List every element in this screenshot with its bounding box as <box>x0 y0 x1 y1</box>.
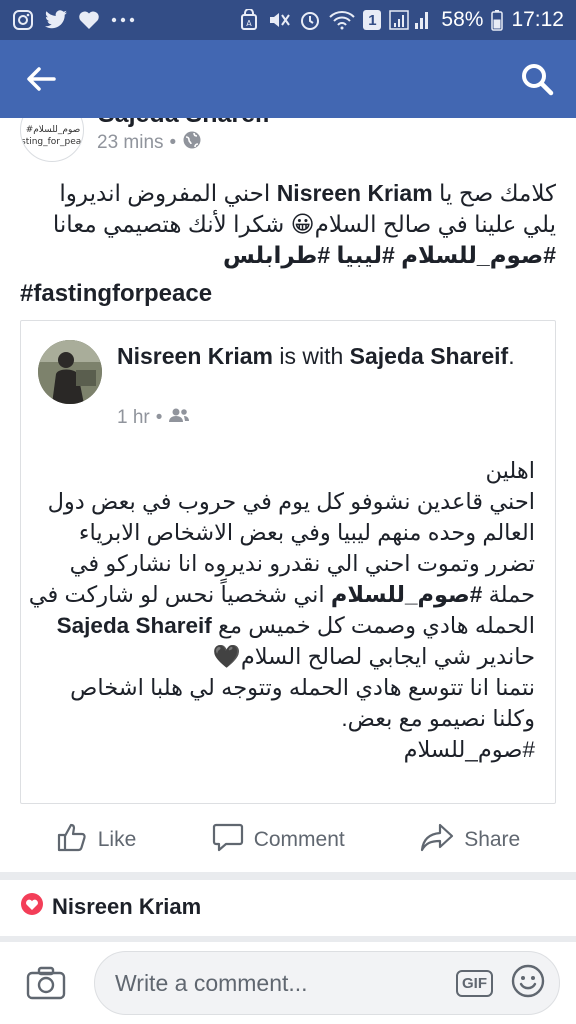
like-label: Like <box>97 828 137 851</box>
hashtag-link[interactable]: #صوم_للسلام <box>401 242 556 268</box>
clock: 17:12 <box>511 8 564 31</box>
camera-icon[interactable] <box>16 966 76 1000</box>
text-line: حملة #صوم_للسلام اني شخصياً نحس لو شاركت… <box>29 579 535 610</box>
sim-icon: 1 <box>363 10 382 30</box>
status-bar: A 1 58% 17:12 <box>0 0 576 40</box>
comment-label: Comment <box>253 828 345 851</box>
shared-post-time[interactable]: 1 hr <box>117 407 150 429</box>
tagged-person[interactable]: Sajeda Shareif <box>350 343 509 369</box>
share-label: Share <box>464 828 521 851</box>
app-bar <box>0 40 576 118</box>
post-text-part: كلامك صح يا <box>432 180 556 206</box>
comment-field[interactable]: GIF <box>94 951 560 1015</box>
text-line: حاندير شي ايجابي لصالح السلام🖤 <box>212 644 535 669</box>
system-status: A 1 58% 17:12 <box>239 8 564 32</box>
hashtag-link[interactable]: #طرابلس <box>223 242 330 268</box>
post-meta: 23 mins • <box>97 130 202 156</box>
divider <box>0 872 576 880</box>
gif-icon[interactable]: GIF <box>456 969 493 997</box>
back-arrow-icon[interactable] <box>26 66 56 92</box>
shared-post-title: Nisreen Kriam is with Sajeda Shareif. <box>117 341 537 371</box>
shared-author[interactable]: Nisreen Kriam <box>117 343 273 369</box>
thumbs-up-icon <box>56 821 88 859</box>
battery-level: 58% <box>441 8 484 31</box>
post-text-part: احني المفروض انديروا <box>59 180 277 206</box>
share-button[interactable]: Share <box>420 822 520 858</box>
composer-icons: GIF <box>456 964 545 1003</box>
post-time[interactable]: 23 mins <box>97 132 164 154</box>
search-icon[interactable] <box>520 62 554 96</box>
svg-text:A: A <box>247 19 253 28</box>
comment-composer: GIF <box>0 942 576 1024</box>
battery-icon <box>491 9 504 31</box>
hashtag-link[interactable]: #ليبيا <box>337 242 395 268</box>
twitter-icon <box>44 10 68 30</box>
love-reaction-icon <box>20 892 44 921</box>
friends-icon <box>168 407 190 429</box>
avatar[interactable] <box>38 340 102 404</box>
text-part: اني شخصياً نحس لو شاركت في <box>28 582 331 607</box>
hashtag-link[interactable]: #صوم_للسلام <box>331 582 482 607</box>
shared-post-text: اهلين احني قاعدين نشوفو كل يوم في حروب ف… <box>29 455 535 765</box>
post-line: يلي علينا في صالح السلام😀 شكرا لأنك هتصي… <box>52 211 556 237</box>
hashtag-line: #صوم_للسلام #ليبيا #طرابلس <box>20 240 556 271</box>
like-button[interactable]: Like <box>56 821 137 859</box>
smiley-icon[interactable] <box>511 964 545 1003</box>
mute-icon <box>267 9 291 31</box>
notification-icons <box>12 9 136 31</box>
instagram-icon <box>12 9 34 31</box>
post-text: كلامك صح يا Nisreen Kriam احني المفروض ا… <box>20 178 556 271</box>
heart-icon <box>78 10 100 30</box>
text-line: نتمنا انا تتوسع هادي الحمله وتتوجه لي هل… <box>70 675 535 700</box>
post-actions: Like Comment Share <box>0 812 576 868</box>
post-author[interactable]: Sajeda Shareif <box>98 118 270 129</box>
post-header: #صوم_للسلام sting_for_peac Sajeda Sharei… <box>0 118 576 170</box>
comment-icon <box>212 822 244 858</box>
text-line: اهلين <box>485 458 535 483</box>
comment-input[interactable] <box>115 969 415 997</box>
wifi-icon <box>329 10 356 30</box>
avatar-text: sting_for_peac <box>21 137 84 147</box>
mention-link[interactable]: Sajeda Shareif <box>57 613 212 638</box>
shared-post-card[interactable]: Nisreen Kriam is with Sajeda Shareif. 1 … <box>20 320 556 804</box>
hashtag-link[interactable]: #fastingforpeace <box>20 280 212 308</box>
shared-post-meta: 1 hr • <box>117 407 190 429</box>
comment-button[interactable]: Comment <box>212 822 345 858</box>
text-line: وكلنا نصيمو مع بعض. <box>341 706 535 731</box>
reactions-summary[interactable]: Nisreen Kriam <box>20 892 201 921</box>
separator-dot: • <box>155 407 163 428</box>
nfc-icon: A <box>239 9 259 31</box>
avatar[interactable]: #صوم_للسلام sting_for_peac <box>20 118 84 162</box>
text-part: الحمله هادي وصمت كل خميس مع <box>211 613 535 638</box>
globe-icon <box>182 130 202 156</box>
alarm-icon <box>299 9 321 31</box>
mention-link[interactable]: Nisreen Kriam <box>277 180 433 206</box>
period: . <box>508 343 515 369</box>
reactor-name: Nisreen Kriam <box>52 893 202 919</box>
post-line: كلامك صح يا Nisreen Kriam احني المفروض ا… <box>20 178 556 209</box>
signal-icon <box>389 9 433 31</box>
avatar-text: #صوم_للسلام <box>25 125 81 135</box>
text-line: احني قاعدين نشوفو كل يوم في حروب في بعض … <box>47 489 535 514</box>
text-part: حملة <box>482 582 535 607</box>
with-text: is with <box>272 343 350 369</box>
separator-dot: • <box>169 132 177 153</box>
more-icon <box>110 16 136 24</box>
share-icon <box>420 822 454 858</box>
text-line: العالم وحده منهم ليبيا وفي بعض الاشخاص ا… <box>78 520 535 545</box>
hashtag-link[interactable]: #صوم_للسلام <box>35 734 535 765</box>
text-line: الحمله هادي وصمت كل خميس مع Sajeda Share… <box>35 610 535 641</box>
text-line: تضرر وتموت احني الي نقدرو نديروه انا نشا… <box>69 551 535 576</box>
